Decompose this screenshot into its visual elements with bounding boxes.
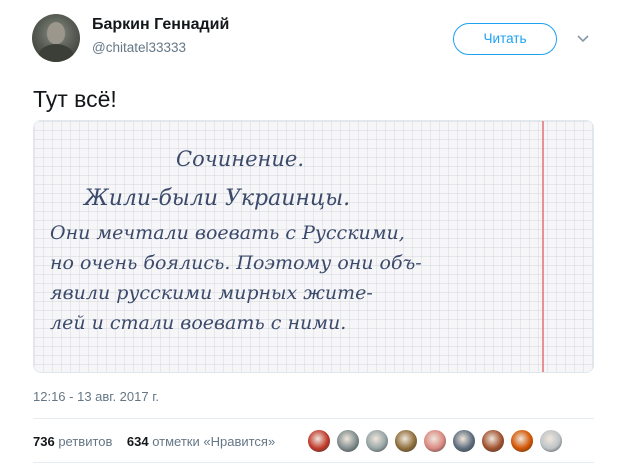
liker-avatar[interactable] — [539, 429, 563, 453]
divider — [33, 462, 594, 463]
essay-line: Жили-были Украинцы. — [82, 186, 350, 211]
essay-line: явили русскими мирных жите- — [50, 282, 373, 304]
liker-avatar[interactable] — [452, 429, 476, 453]
essay-title: Сочинение. — [176, 147, 304, 171]
retweets-count[interactable]: 736 — [33, 434, 55, 449]
liker-avatar[interactable] — [394, 429, 418, 453]
essay-line: но очень боялись. Поэтому они объ- — [50, 252, 422, 274]
retweets-label[interactable]: ретвитов — [58, 434, 112, 449]
liker-avatar[interactable] — [510, 429, 534, 453]
essay-line: лей и стали воевать с ними. — [50, 312, 346, 334]
tweet-stats: 736 ретвитов 634 отметки «Нравится» — [33, 434, 275, 449]
follow-button[interactable]: Читать — [453, 23, 557, 55]
liker-avatar[interactable] — [481, 429, 505, 453]
avatar-face — [47, 22, 65, 44]
author-avatar[interactable] — [32, 14, 80, 62]
author-handle[interactable]: @chitatel33333 — [92, 40, 186, 55]
essay-line: Они мечтали воевать с Русскими, — [50, 222, 405, 244]
tweet-image[interactable]: Сочинение. Жили-были Украинцы. Они мечта… — [33, 120, 594, 373]
liker-avatar[interactable] — [307, 429, 331, 453]
notebook-page: Сочинение. Жили-были Украинцы. Они мечта… — [34, 121, 593, 372]
liker-avatar[interactable] — [336, 429, 360, 453]
likes-count[interactable]: 634 — [127, 434, 149, 449]
divider — [33, 418, 594, 419]
tweet-text: Тут всё! — [33, 86, 117, 112]
liker-avatar[interactable] — [423, 429, 447, 453]
author-name[interactable]: Баркин Геннадий — [92, 16, 229, 34]
liker-avatar[interactable] — [365, 429, 389, 453]
likes-label[interactable]: отметки «Нравится» — [152, 434, 275, 449]
chevron-down-icon[interactable] — [576, 34, 590, 44]
avatar-body — [38, 44, 74, 62]
tweet-timestamp[interactable]: 12:16 - 13 авг. 2017 г. — [33, 389, 159, 404]
